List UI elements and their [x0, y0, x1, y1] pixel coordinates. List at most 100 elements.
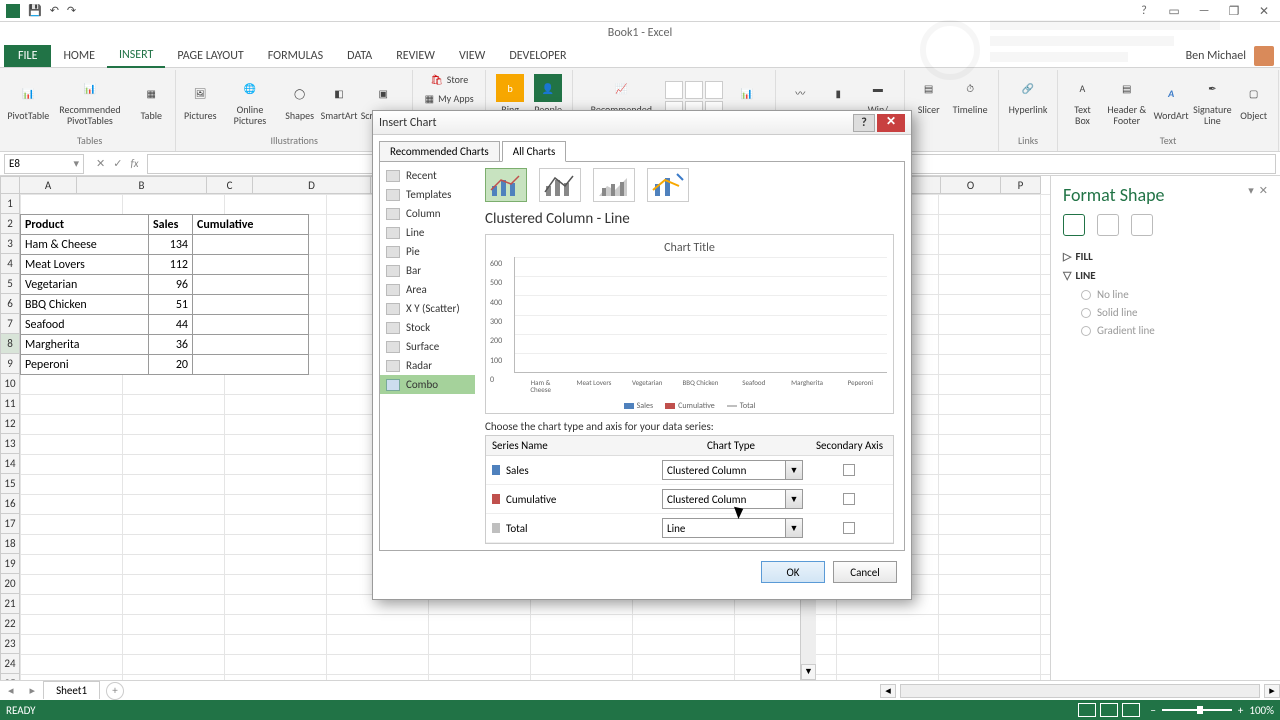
row-hdr[interactable]: 23 [0, 634, 20, 654]
series-type-select[interactable]: Clustered Column [662, 460, 786, 480]
series-type-select[interactable]: Line [662, 518, 786, 538]
rib-pivottable[interactable]: 📊PivotTable [10, 72, 47, 128]
rib-textbox[interactable]: AText Box [1064, 72, 1100, 128]
zoom-level[interactable]: 100% [1249, 704, 1274, 717]
sheet-nav-prev-icon[interactable]: ◂ [0, 684, 22, 697]
chevron-down-icon[interactable]: ▼ [785, 460, 803, 480]
secondary-axis-checkbox[interactable] [843, 464, 855, 476]
fx-enter-icon[interactable]: ✓ [113, 157, 122, 170]
qat-redo-icon[interactable]: ↷ [67, 4, 76, 17]
user-avatar[interactable] [1254, 46, 1274, 66]
view-page-break-icon[interactable] [1122, 703, 1140, 717]
tab-review[interactable]: REVIEW [384, 45, 447, 67]
tab-view[interactable]: VIEW [447, 45, 497, 67]
fx-icon[interactable]: fx [130, 157, 138, 170]
chart-cat-radar[interactable]: Radar [380, 356, 475, 375]
col-hdr[interactable]: C [207, 176, 253, 194]
ok-button[interactable]: OK [761, 561, 825, 583]
dialog-tab-recommended[interactable]: Recommended Charts [379, 141, 500, 162]
maximize-icon[interactable]: ❐ [1222, 2, 1246, 20]
tab-file[interactable]: FILE [4, 45, 51, 67]
tab-developer[interactable]: DEVELOPER [497, 45, 578, 67]
rib-signature[interactable]: ✒Signature Line [1191, 72, 1234, 128]
rib-header-footer[interactable]: ▤Header & Footer [1102, 72, 1151, 128]
row-hdr[interactable]: 10 [0, 374, 20, 394]
select-all-corner[interactable] [0, 176, 20, 194]
rib-wordart[interactable]: AWordArt [1153, 72, 1189, 128]
row-hdr[interactable]: 12 [0, 414, 20, 434]
row-hdr[interactable]: 4 [0, 254, 20, 274]
chart-cat-pie[interactable]: Pie [380, 242, 475, 261]
size-props-icon[interactable] [1131, 214, 1153, 236]
fill-section[interactable]: ▷FILL [1063, 250, 1268, 263]
close-icon[interactable]: ✕ [1252, 2, 1276, 20]
subtype-clustered-column-line[interactable] [485, 168, 527, 202]
rib-rec-pivottables[interactable]: 📊Recommended PivotTables [49, 72, 132, 128]
secondary-axis-checkbox[interactable] [843, 493, 855, 505]
row-hdr[interactable]: 3 [0, 234, 20, 254]
minimize-icon[interactable]: — [1192, 2, 1216, 20]
dialog-tab-all[interactable]: All Charts [502, 141, 567, 162]
subtype-stacked-area-column[interactable] [593, 168, 635, 202]
hscroll-track[interactable] [900, 684, 1260, 698]
row-hdr[interactable]: 21 [0, 594, 20, 614]
rib-shapes[interactable]: ◯Shapes [282, 72, 318, 128]
row-hdr[interactable]: 25 [0, 674, 20, 680]
row-hdr[interactable]: 6 [0, 294, 20, 314]
row-hdr[interactable]: 9 [0, 354, 20, 374]
fx-cancel-icon[interactable]: ✕ [96, 157, 105, 170]
chart-cat-templates[interactable]: Templates [380, 185, 475, 204]
qat-undo-icon[interactable]: ↶ [50, 4, 59, 17]
fill-line-icon[interactable] [1063, 214, 1085, 236]
dialog-close-icon[interactable]: ✕ [877, 114, 905, 132]
row-hdr[interactable]: 14 [0, 454, 20, 474]
ribbon-display-icon[interactable]: ▭ [1162, 2, 1186, 20]
row-hdr[interactable]: 5 [0, 274, 20, 294]
col-hdr[interactable]: D [253, 176, 371, 194]
chart-cat-stock[interactable]: Stock [380, 318, 475, 337]
col-hdr[interactable]: B [77, 176, 207, 194]
tab-home[interactable]: HOME [51, 45, 107, 67]
row-hdr[interactable]: 11 [0, 394, 20, 414]
radio-gradient-line[interactable]: Gradient line [1081, 324, 1268, 337]
rib-object[interactable]: ▢Object [1236, 72, 1272, 128]
zoom-out-icon[interactable]: − [1150, 704, 1155, 717]
zoom-in-icon[interactable]: + [1238, 704, 1243, 717]
tab-data[interactable]: DATA [335, 45, 384, 67]
line-section[interactable]: ▽LINE [1063, 269, 1268, 282]
pane-dropdown-icon[interactable]: ▾ [1248, 184, 1254, 197]
col-hdr[interactable]: O [941, 176, 1001, 194]
dialog-help-icon[interactable]: ? [853, 114, 875, 132]
row-hdr[interactable]: 16 [0, 494, 20, 514]
qat-save-icon[interactable]: 💾 [28, 4, 42, 17]
row-hdr[interactable]: 13 [0, 434, 20, 454]
chart-cat-combo[interactable]: Combo [380, 375, 475, 394]
chart-cat-xyscatter[interactable]: X Y (Scatter) [380, 299, 475, 318]
chart-cat-line[interactable]: Line [380, 223, 475, 242]
rib-table[interactable]: ▦Table [133, 72, 169, 128]
row-hdr[interactable]: 20 [0, 574, 20, 594]
sheet-nav-next-icon[interactable]: ▸ [22, 684, 44, 697]
help-icon[interactable]: ? [1132, 2, 1156, 20]
rib-my-apps[interactable]: ▦My Apps [419, 91, 479, 106]
view-page-layout-icon[interactable] [1100, 703, 1118, 717]
name-box[interactable]: E8▾ [4, 154, 84, 174]
row-hdr[interactable]: 22 [0, 614, 20, 634]
rib-store[interactable]: 🛍Store [419, 72, 479, 87]
radio-solid-line[interactable]: Solid line [1081, 306, 1268, 319]
secondary-axis-checkbox[interactable] [843, 522, 855, 534]
subtype-clustered-column-line-secondary[interactable] [539, 168, 581, 202]
rib-pictures[interactable]: 🖼Pictures [182, 72, 218, 128]
radio-no-line[interactable]: No line [1081, 288, 1268, 301]
row-hdr[interactable]: 18 [0, 534, 20, 554]
chart-cat-bar[interactable]: Bar [380, 261, 475, 280]
chevron-down-icon[interactable]: ▼ [785, 489, 803, 509]
subtype-custom-combo[interactable] [647, 168, 689, 202]
row-hdr[interactable]: 15 [0, 474, 20, 494]
cancel-button[interactable]: Cancel [833, 561, 897, 583]
rib-online-pictures[interactable]: 🌐Online Pictures [220, 72, 279, 128]
col-hdr[interactable]: P [1001, 176, 1041, 194]
hscroll-right-icon[interactable]: ▸ [1264, 684, 1280, 698]
row-hdr[interactable]: 8 [0, 334, 20, 354]
hscroll-left-icon[interactable]: ◂ [880, 684, 896, 698]
